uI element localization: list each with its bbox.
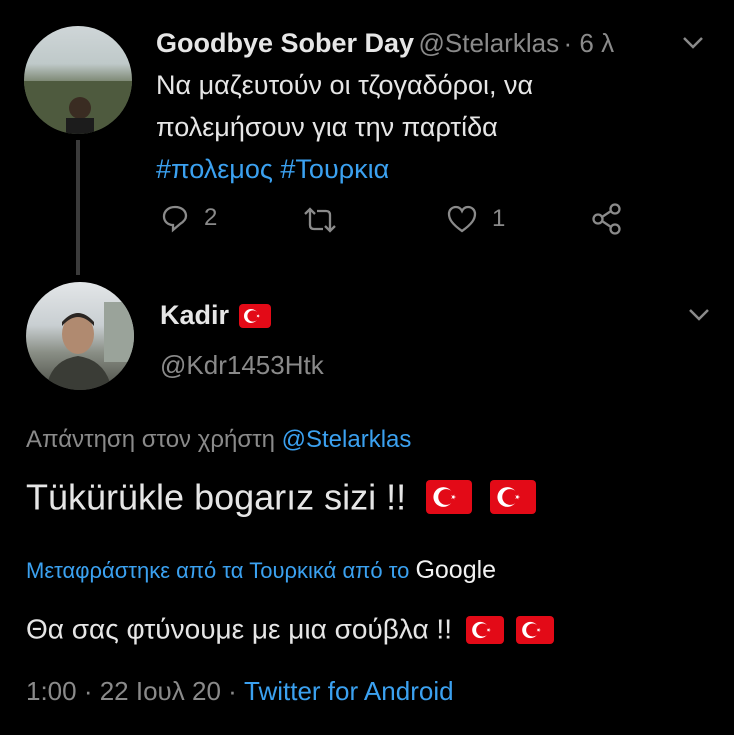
tweet2-name-row: Kadir (160, 300, 272, 331)
translated-text: Θα σας φτύνουμε με μια σούβλα !! (26, 613, 452, 645)
reply-context: Απάντηση στον χρήστη @Stelarklas (26, 426, 411, 454)
share-icon (592, 203, 621, 235)
translation-row: Θα σας φτύνουμε με μια σούβλα !! (26, 612, 554, 646)
reply-icon (162, 205, 188, 233)
tweet2-text: Tükürükle bogarız sizi !! (26, 476, 407, 518)
tweet2-source-link[interactable]: Twitter for Android (244, 676, 454, 706)
tweet1-chevron-down-icon[interactable] (682, 36, 704, 55)
turkey-flag-icon (426, 480, 473, 515)
google-logo: Google (415, 556, 497, 584)
tweet1-like-button[interactable]: 1 (446, 204, 505, 234)
tweet2-chevron-down-icon[interactable] (688, 308, 710, 327)
tweet1-like-count: 1 (492, 205, 506, 232)
reply-prefix: Απάντηση στον χρήστη (26, 426, 275, 453)
thread-connector (76, 140, 80, 275)
turkey-flag-icon (515, 615, 554, 644)
avatar-kadir[interactable] (26, 282, 134, 390)
avatar-photo (24, 81, 132, 134)
tweet1-display-name[interactable]: Goodbye Sober Day (156, 28, 414, 58)
translated-label[interactable]: Μεταφράστηκε από τα Τουρκικά από το (26, 558, 409, 583)
tweet1-share-button[interactable] (590, 202, 624, 241)
tweet1-retweet-button[interactable] (301, 205, 339, 240)
tweet2-display-name[interactable]: Kadir (160, 300, 229, 330)
tweet1-text-line2: πολεμήσουν για την παρτίδα (156, 112, 498, 142)
retweet-icon (304, 207, 336, 233)
tweet1-reply-button[interactable]: 2 (160, 203, 217, 233)
tweet1-text: Να μαζευτούν οι τζογαδόροι, να πολεμήσου… (156, 64, 533, 190)
turkey-flag-icon (239, 303, 272, 328)
tweet1-text-line1: Να μαζευτούν οι τζογαδόροι, να (156, 70, 534, 100)
tweet1-hashtags[interactable]: #πολεμος #Τουρκια (156, 148, 533, 190)
reply-to-handle[interactable]: @Stelarklas (282, 426, 412, 453)
translation-attribution: Μεταφράστηκε από τα Τουρκικά από το Goog… (26, 556, 496, 585)
tweet2-meta: 1:00 · 22 Ιουλ 20 · Twitter for Android (26, 676, 454, 707)
tweet2-text-row: Tükürükle bogarız sizi !! (26, 474, 537, 518)
tweet1-time: · 6 λ (563, 28, 615, 58)
tweet1-handle[interactable]: @Stelarklas (419, 28, 560, 58)
avatar-photo (46, 302, 134, 390)
tweet1-reply-count: 2 (204, 204, 218, 231)
tweet2-handle[interactable]: @Kdr1453Htk (160, 350, 324, 381)
heart-icon (447, 205, 477, 233)
turkey-flag-icon (465, 615, 504, 644)
tweet1-header: Goodbye Sober Day @Stelarklas · 6 λ (156, 28, 614, 59)
turkey-flag-icon (490, 480, 537, 515)
avatar-goodbye-sober-day[interactable] (24, 26, 132, 134)
tweet2-timestamp: 1:00 · 22 Ιουλ 20 · (26, 676, 237, 706)
